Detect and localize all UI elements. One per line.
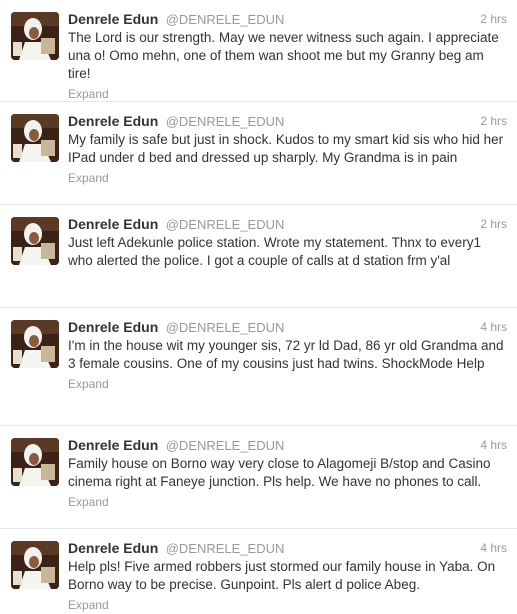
author-handle[interactable]: @DENRELE_EDUN xyxy=(166,114,285,129)
avatar[interactable] xyxy=(11,541,59,589)
tweet-item[interactable]: Denrele Edun @DENRELE_EDUN 2 hrs My fami… xyxy=(0,102,517,205)
author-name[interactable]: Denrele Edun xyxy=(68,437,158,453)
avatar[interactable] xyxy=(11,217,59,265)
tweet-text: The Lord is our strength. May we never w… xyxy=(68,30,499,81)
tweet-item[interactable]: Denrele Edun @DENRELE_EDUN 4 hrs Family … xyxy=(0,426,517,529)
tweet-timestamp[interactable]: 2 hrs xyxy=(480,215,507,233)
tweet-timestamp[interactable]: 4 hrs xyxy=(480,436,507,454)
author-name[interactable]: Denrele Edun xyxy=(68,216,158,232)
author-handle[interactable]: @DENRELE_EDUN xyxy=(166,438,285,453)
expand-link[interactable]: Expand xyxy=(68,171,109,185)
author-handle[interactable]: @DENRELE_EDUN xyxy=(166,541,285,556)
tweet-item[interactable]: Denrele Edun @DENRELE_EDUN 2 hrs The Lor… xyxy=(0,0,517,102)
tweet-header: Denrele Edun @DENRELE_EDUN 2 hrs xyxy=(68,215,507,233)
expand-link[interactable]: Expand xyxy=(68,87,109,101)
tweet-text: My family is safe but just in shock. Kud… xyxy=(68,132,504,165)
tweet-header: Denrele Edun @DENRELE_EDUN 4 hrs xyxy=(68,436,507,454)
avatar[interactable] xyxy=(11,320,59,368)
expand-link[interactable]: Expand xyxy=(68,495,109,509)
tweet-header: Denrele Edun @DENRELE_EDUN 2 hrs xyxy=(68,10,507,28)
tweet-header: Denrele Edun @DENRELE_EDUN 4 hrs xyxy=(68,318,507,336)
avatar-image xyxy=(11,438,59,486)
author-handle[interactable]: @DENRELE_EDUN xyxy=(166,217,285,232)
tweet-timestamp[interactable]: 2 hrs xyxy=(480,112,507,130)
author-name[interactable]: Denrele Edun xyxy=(68,319,158,335)
tweet-header: Denrele Edun @DENRELE_EDUN 4 hrs xyxy=(68,539,507,557)
avatar-image xyxy=(11,12,59,60)
avatar-image xyxy=(11,320,59,368)
tweet-text: Just left Adekunle police station. Wrote… xyxy=(68,235,481,268)
tweet-timestamp[interactable]: 2 hrs xyxy=(480,10,507,28)
avatar[interactable] xyxy=(11,438,59,486)
tweet-item[interactable]: Denrele Edun @DENRELE_EDUN 4 hrs I'm in … xyxy=(0,308,517,426)
expand-link[interactable]: Expand xyxy=(68,377,109,391)
avatar[interactable] xyxy=(11,114,59,162)
tweet-text: Family house on Borno way very close to … xyxy=(68,456,491,489)
tweet-header: Denrele Edun @DENRELE_EDUN 2 hrs xyxy=(68,112,507,130)
tweet-timestamp[interactable]: 4 hrs xyxy=(480,539,507,557)
tweet-timeline: Denrele Edun @DENRELE_EDUN 2 hrs The Lor… xyxy=(0,0,517,612)
avatar-image xyxy=(11,541,59,589)
author-handle[interactable]: @DENRELE_EDUN xyxy=(166,320,285,335)
tweet-text: I'm in the house wit my younger sis, 72 … xyxy=(68,338,504,371)
author-name[interactable]: Denrele Edun xyxy=(68,113,158,129)
author-name[interactable]: Denrele Edun xyxy=(68,11,158,27)
avatar-image xyxy=(11,114,59,162)
tweet-item[interactable]: Denrele Edun @DENRELE_EDUN 4 hrs Help pl… xyxy=(0,529,517,612)
avatar-image xyxy=(11,217,59,265)
avatar[interactable] xyxy=(11,12,59,60)
tweet-text: Help pls! Five armed robbers just storme… xyxy=(68,559,496,592)
author-handle[interactable]: @DENRELE_EDUN xyxy=(166,12,285,27)
tweet-timestamp[interactable]: 4 hrs xyxy=(480,318,507,336)
tweet-item[interactable]: Denrele Edun @DENRELE_EDUN 2 hrs Just le… xyxy=(0,205,517,308)
author-name[interactable]: Denrele Edun xyxy=(68,540,158,556)
